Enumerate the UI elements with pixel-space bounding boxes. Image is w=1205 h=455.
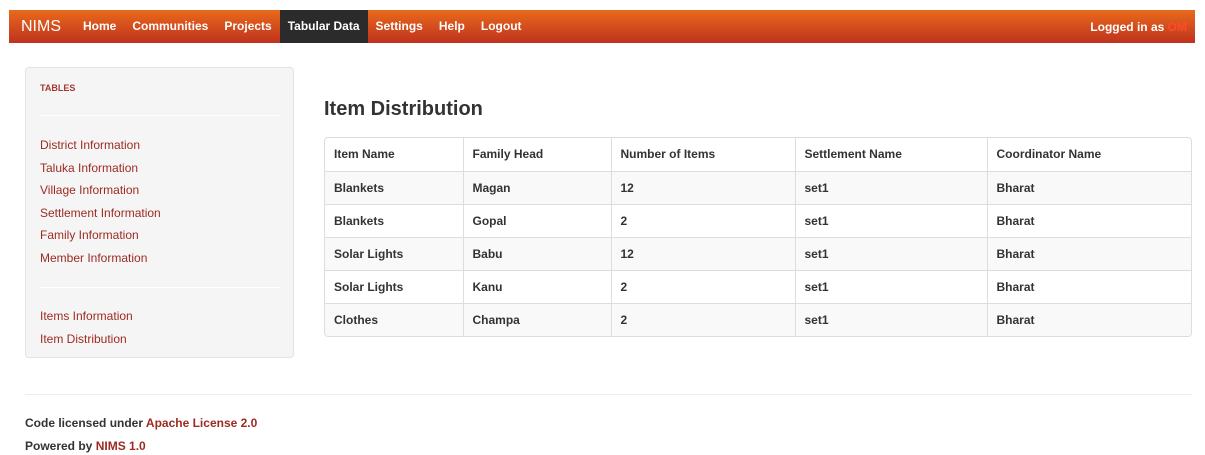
apache-license-link[interactable]: Apache License 2.0: [146, 416, 257, 430]
table-cell: Bharat: [986, 302, 1191, 336]
table-cell: Babu: [462, 236, 611, 270]
sidebar-item-district[interactable]: District Information: [40, 134, 161, 157]
top-navbar: NIMS Home Communities Projects Tabular D…: [9, 10, 1195, 43]
sidebar-item-settlement[interactable]: Settlement Information: [40, 202, 161, 225]
sidebar-list-locations: District Information Taluka Information …: [40, 134, 161, 270]
brand-logo[interactable]: NIMS: [9, 10, 75, 43]
logged-in-label: Logged in as: [1090, 19, 1165, 34]
table-cell: Blankets: [325, 170, 463, 204]
table-cell: Clothes: [325, 302, 463, 336]
nav-home[interactable]: Home: [75, 10, 124, 43]
footer-license: Code licensed under Apache License 2.0: [25, 416, 257, 430]
table-cell: Blankets: [325, 203, 463, 237]
sidebar-item-member[interactable]: Member Information: [40, 247, 161, 270]
table-header-row: Item Name Family Head Number of Items Se…: [325, 138, 1191, 171]
table-cell: Kanu: [462, 269, 611, 303]
table-row: Solar Lights Kanu 2 set1 Bharat: [325, 269, 1191, 303]
logged-in-status: Logged in as OM: [1090, 20, 1195, 34]
sidebar-item-taluka[interactable]: Taluka Information: [40, 157, 161, 180]
table-cell: Magan: [462, 170, 611, 204]
nav-settings[interactable]: Settings: [368, 10, 431, 43]
column-header: Coordinator Name: [986, 138, 1191, 171]
table-cell: Solar Lights: [325, 236, 463, 270]
sidebar-item-village[interactable]: Village Information: [40, 179, 161, 202]
table-cell: Solar Lights: [325, 269, 463, 303]
sidebar-tables: TABLES District Information Taluka Infor…: [25, 67, 294, 358]
column-header: Number of Items: [610, 138, 795, 171]
table-cell: set1: [794, 269, 987, 303]
footer-powered: Powered by NIMS 1.0: [25, 439, 146, 453]
sidebar-header: TABLES: [40, 83, 76, 93]
sidebar-list-items: Items Information Item Distribution: [40, 305, 133, 350]
table-cell: Bharat: [986, 236, 1191, 270]
sidebar-divider: [40, 287, 280, 288]
nav-logout[interactable]: Logout: [473, 10, 530, 43]
nav-help[interactable]: Help: [431, 10, 473, 43]
table-cell: 2: [610, 203, 795, 237]
table-cell: set1: [794, 170, 987, 204]
nav-communities[interactable]: Communities: [124, 10, 216, 43]
sidebar-divider: [40, 115, 280, 116]
nav-tabular-data[interactable]: Tabular Data: [279, 10, 368, 43]
table-cell: Bharat: [986, 170, 1191, 204]
table-cell: Gopal: [462, 203, 611, 237]
nims-version-link[interactable]: NIMS 1.0: [96, 439, 146, 453]
footer-divider: [25, 394, 1192, 395]
column-header: Settlement Name: [794, 138, 987, 171]
sidebar-item-family[interactable]: Family Information: [40, 224, 161, 247]
table-cell: Champa: [462, 302, 611, 336]
footer-license-label: Code licensed under: [25, 416, 144, 430]
user-name[interactable]: OM: [1168, 20, 1187, 34]
nav-projects[interactable]: Projects: [216, 10, 279, 43]
page-title: Item Distribution: [324, 98, 483, 120]
table-cell: Bharat: [986, 203, 1191, 237]
table-row: Solar Lights Babu 12 set1 Bharat: [325, 236, 1191, 270]
column-header: Family Head: [462, 138, 611, 171]
table-cell: 2: [610, 269, 795, 303]
table-row: Clothes Champa 2 set1 Bharat: [325, 302, 1191, 336]
table-cell: set1: [794, 203, 987, 237]
sidebar-item-items-information[interactable]: Items Information: [40, 305, 133, 328]
table-cell: set1: [794, 236, 987, 270]
table-cell: 12: [610, 170, 795, 204]
sidebar-item-item-distribution[interactable]: Item Distribution: [40, 328, 133, 351]
table-row: Blankets Gopal 2 set1 Bharat: [325, 203, 1191, 237]
footer-powered-label: Powered by: [25, 439, 93, 453]
column-header: Item Name: [334, 147, 395, 162]
table-cell: 2: [610, 302, 795, 336]
table-cell: 12: [610, 236, 795, 270]
item-distribution-table: Item Name Family Head Number of Items Se…: [324, 137, 1192, 337]
table-row: Blankets Magan 12 set1 Bharat: [325, 170, 1191, 204]
table-cell: Bharat: [986, 269, 1191, 303]
table-cell: set1: [794, 302, 987, 336]
